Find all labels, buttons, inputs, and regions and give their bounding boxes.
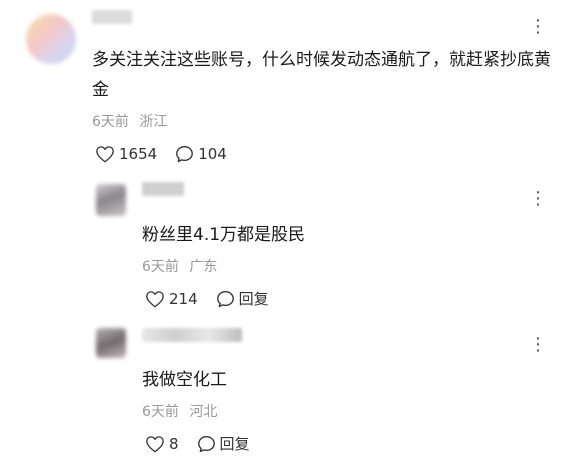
- comment-meta: 6天前 广东: [142, 258, 223, 276]
- more-options-icon[interactable]: ⋮: [529, 190, 547, 208]
- speech-bubble-icon: [197, 436, 215, 453]
- reply-count: 104: [198, 145, 227, 163]
- comment-text: 我做空化工: [142, 370, 227, 390]
- comment-actions: 214 回复: [145, 290, 287, 308]
- speech-bubble-icon: [216, 291, 234, 308]
- comment-location: 浙江: [139, 114, 168, 130]
- heart-outline-icon: [96, 146, 114, 163]
- more-options-icon[interactable]: ⋮: [529, 336, 547, 354]
- reply-item: ⋮ 我做空化工 6天前 河北 8 回复: [0, 322, 575, 461]
- like-count: 1654: [119, 145, 158, 163]
- more-options-icon[interactable]: ⋮: [529, 18, 547, 36]
- avatar[interactable]: [26, 14, 76, 64]
- comment-text: 粉丝里4.1万都是股民: [142, 225, 306, 245]
- reply-button[interactable]: 回复: [216, 290, 269, 308]
- username-blurred[interactable]: [142, 328, 242, 342]
- reply-label: 回复: [219, 435, 250, 453]
- heart-outline-icon: [146, 291, 164, 308]
- like-button[interactable]: 8: [145, 435, 179, 453]
- avatar[interactable]: [96, 184, 126, 216]
- comment-time: 6天前: [92, 114, 129, 130]
- username-blurred[interactable]: [92, 10, 132, 24]
- like-count: 214: [169, 290, 198, 308]
- comment-meta: 6天前 河北: [142, 403, 223, 421]
- like-button[interactable]: 214: [145, 290, 198, 308]
- like-button[interactable]: 1654: [95, 145, 157, 163]
- comment-actions: 1654 104: [95, 145, 245, 163]
- avatar[interactable]: [96, 328, 126, 358]
- reply-item: ⋮ 粉丝里4.1万都是股民 6天前 广东 214 回复: [0, 180, 575, 322]
- comment-location: 河北: [189, 404, 218, 420]
- comment-text: 多关注关注这些账号，什么时候发动态通航了，就赶紧抄底黄金: [92, 50, 551, 100]
- reply-button[interactable]: 回复: [197, 435, 250, 453]
- reply-button[interactable]: 104: [175, 145, 227, 163]
- username-blurred[interactable]: [142, 182, 184, 196]
- reply-label: 回复: [238, 290, 269, 308]
- like-count: 8: [169, 435, 179, 453]
- comment-time: 6天前: [142, 404, 179, 420]
- comment-time: 6天前: [142, 259, 179, 275]
- comment-item: ⋮ 多关注关注这些账号，什么时候发动态通航了，就赶紧抄底黄金 6天前 浙江 16…: [0, 0, 575, 180]
- heart-outline-icon: [146, 436, 164, 453]
- speech-bubble-icon: [176, 146, 194, 163]
- comment-actions: 8 回复: [145, 435, 268, 453]
- comment-location: 广东: [189, 259, 218, 275]
- comment-meta: 6天前 浙江: [92, 113, 173, 131]
